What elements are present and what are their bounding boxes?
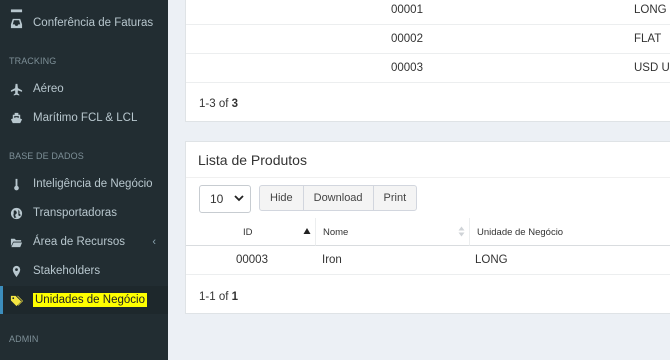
- cell-id: 00002: [391, 33, 423, 45]
- thermometer-icon: [9, 177, 23, 191]
- download-button[interactable]: Download: [304, 186, 374, 210]
- column-label: Unidade de Negócio: [477, 227, 564, 238]
- page-size-value: 10: [210, 192, 224, 206]
- inbox-icon: [9, 16, 23, 30]
- sidebar-header-admin: ADMIN: [9, 334, 39, 344]
- pagination-info: 1-3 of 3: [199, 98, 238, 110]
- sort-icon: [458, 226, 465, 237]
- sidebar-item-label: Conferência de Faturas: [33, 17, 154, 29]
- sidebar-item-label: Transportadoras: [33, 207, 117, 219]
- column-label: Nome: [323, 227, 349, 238]
- tags-icon: [9, 293, 23, 307]
- page-size-select[interactable]: 10: [199, 185, 251, 213]
- lista-produtos-panel: Lista de Produtos 10 Hide Download Print…: [185, 141, 670, 314]
- plane-icon: [9, 82, 23, 96]
- sidebar-item-inteligencia-negocio[interactable]: Inteligência de Negócio: [0, 170, 168, 198]
- sidebar-header-tracking: TRACKING: [9, 56, 57, 66]
- sidebar-item-label: Inteligência de Negócio: [33, 178, 153, 190]
- column-header-unidade[interactable]: Unidade de Negócio: [470, 218, 670, 246]
- cell-nome: Iron: [322, 254, 342, 266]
- column-header-nome[interactable]: Nome: [316, 218, 470, 246]
- pagination-range: 1-1: [199, 291, 216, 303]
- hide-button[interactable]: Hide: [260, 186, 304, 210]
- cell-id: 00003: [236, 254, 268, 266]
- divider: [186, 177, 670, 178]
- sidebar-item-label: Stakeholders: [33, 265, 101, 277]
- column-label: ID: [243, 227, 253, 238]
- pagination-range: 1-3: [199, 98, 216, 110]
- table-row[interactable]: 00001 LONG: [186, 0, 670, 25]
- sidebar-item-transportadoras[interactable]: Transportadoras: [0, 199, 168, 227]
- pagination-total: 3: [231, 98, 239, 110]
- cell-unidade: LONG: [475, 254, 508, 266]
- sidebar-item-maritimo[interactable]: Marítimo FCL & LCL: [0, 104, 168, 132]
- sidebar-item-aereo[interactable]: Aéreo: [0, 75, 168, 103]
- chevron-down-icon: [234, 195, 244, 202]
- ship-icon: [9, 111, 23, 125]
- sort-asc-icon: [303, 228, 311, 234]
- globe-icon: [9, 206, 23, 220]
- table-row[interactable]: 00002 FLAT: [186, 25, 670, 54]
- cell-unidade: USD Ur: [634, 62, 670, 74]
- export-button-group: Hide Download Print: [259, 185, 418, 211]
- map-marker-icon: [9, 264, 23, 278]
- pagination-of: of: [218, 291, 229, 303]
- cell-unidade: LONG: [634, 4, 667, 16]
- cell-id: 00001: [391, 4, 423, 16]
- column-header-id[interactable]: ID: [186, 218, 316, 246]
- pagination-info: 1-1 of 1: [199, 291, 238, 303]
- pagination-total: 1: [231, 291, 239, 303]
- chevron-left-icon: ‹: [152, 236, 156, 248]
- sidebar-item-label: Área de Recursos: [33, 236, 126, 248]
- table-row[interactable]: 00003 USD Ur: [186, 54, 670, 83]
- sidebar-item-label: Aéreo: [33, 83, 64, 95]
- print-button[interactable]: Print: [374, 186, 417, 210]
- sidebar-item-stakeholders[interactable]: Stakeholders: [0, 257, 168, 285]
- unidades-table-panel: 00001 LONG 00002 FLAT 00003 USD Ur 1-3 o…: [185, 0, 670, 122]
- table-row[interactable]: 00003 Iron LONG: [186, 246, 670, 275]
- cell-id: 00003: [391, 62, 423, 74]
- pagination-of: of: [218, 98, 229, 110]
- panel-title: Lista de Produtos: [198, 152, 307, 168]
- cell-unidade: FLAT: [634, 33, 662, 45]
- sidebar-item-label: Marítimo FCL & LCL: [33, 112, 138, 124]
- sidebar: Conferência de Faturas TRACKING Aéreo Ma…: [0, 0, 168, 360]
- sidebar-item-label: Unidades de Negócio: [33, 293, 147, 307]
- sidebar-header-base-dados: BASE DE DADOS: [9, 151, 84, 161]
- sidebar-item-unidades-negocio[interactable]: Unidades de Negócio: [0, 286, 168, 314]
- folder-icon: [9, 235, 23, 249]
- sidebar-item-area-recursos[interactable]: Área de Recursos ‹: [0, 228, 168, 256]
- sidebar-item-conferencia-faturas[interactable]: Conferência de Faturas: [0, 9, 168, 37]
